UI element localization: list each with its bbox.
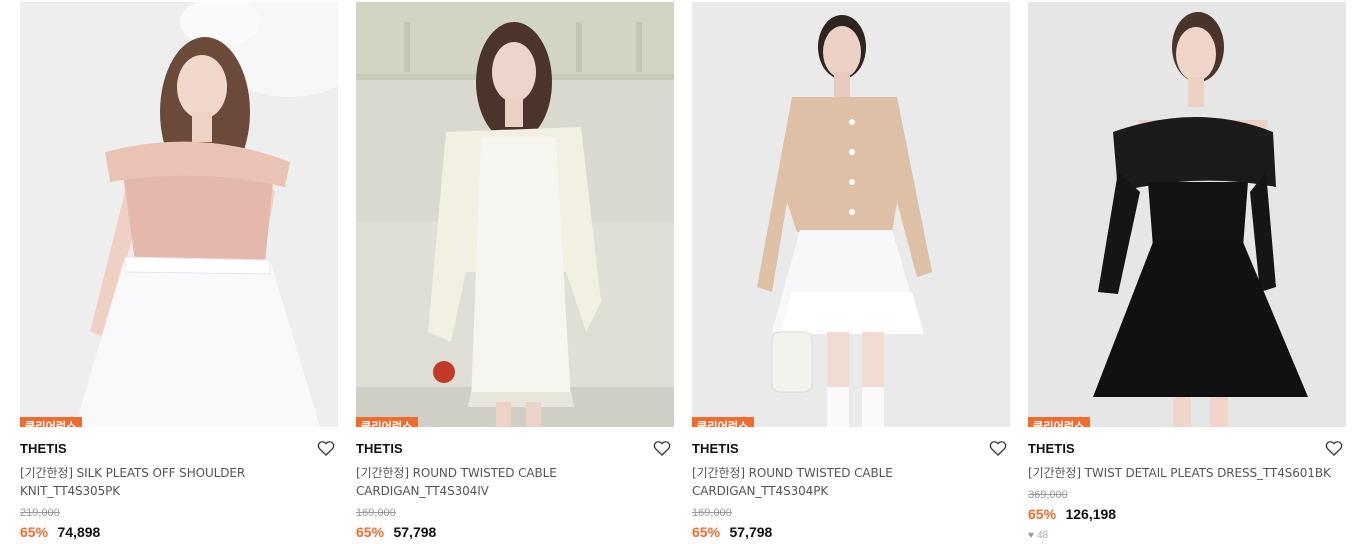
brand-name[interactable]: THETIS [20,441,338,457]
sale-price: 57,798 [729,524,773,540]
product-name[interactable]: [기간한정] ROUND TWISTED CABLE CARDIGAN_TT4S… [356,464,674,500]
product-card[interactable]: 클리어런스 THETIS [기간한정] ROUND TWISTED CABLE … [356,2,674,542]
likes-count: ♥ 48 [1028,530,1346,542]
sale-price: 74,898 [57,524,101,540]
original-price: 169,000 [356,507,396,519]
product-name[interactable]: [기간한정] SILK PLEATS OFF SHOULDER KNIT_TT4… [20,464,338,500]
product-image[interactable]: 클리어런스 [356,2,674,427]
sale-price: 126,198 [1065,506,1117,522]
heart-outline-icon[interactable] [652,438,672,458]
brand-name[interactable]: THETIS [692,441,1010,457]
clearance-badge: 클리어런스 [356,417,418,427]
original-price: 169,000 [692,507,732,519]
heart-outline-icon[interactable] [988,438,1008,458]
clearance-badge: 클리어런스 [1028,417,1090,427]
brand-name[interactable]: THETIS [1028,441,1346,457]
original-price: 219,000 [20,507,60,519]
heart-outline-icon[interactable] [1324,438,1344,458]
discount-rate: 65% [356,524,385,540]
heart-filled-icon: ♥ [1028,530,1034,541]
sale-price: 57,798 [393,524,437,540]
product-name[interactable]: [기간한정] ROUND TWISTED CABLE CARDIGAN_TT4S… [692,464,1010,500]
product-image[interactable]: 클리어런스 [1028,2,1346,427]
product-card[interactable]: 클리어런스 THETIS [기간한정] SILK PLEATS OFF SHOU… [20,2,338,542]
clearance-badge: 클리어런스 [20,417,82,427]
product-photo-pink-knit [20,2,338,427]
discount-rate: 65% [1028,506,1057,522]
heart-outline-icon[interactable] [316,438,336,458]
clearance-badge: 클리어런스 [692,417,754,427]
discount-rate: 65% [20,524,49,540]
product-image[interactable]: 클리어런스 [20,2,338,427]
product-photo-black-dress [1028,2,1346,427]
discount-rate: 65% [692,524,721,540]
product-name[interactable]: [기간한정] TWIST DETAIL PLEATS DRESS_TT4S601… [1028,464,1346,482]
product-image[interactable]: 클리어런스 [692,2,1010,427]
product-photo-ivory-cardigan [356,2,674,427]
likes-value: 48 [1036,530,1049,541]
original-price: 369,000 [1028,489,1068,501]
brand-name[interactable]: THETIS [356,441,674,457]
product-card[interactable]: 클리어런스 THETIS [기간한정] TWIST DETAIL PLEATS … [1028,2,1346,542]
product-grid: 클리어런스 THETIS [기간한정] SILK PLEATS OFF SHOU… [0,0,1355,544]
product-photo-pink-cardigan [692,2,1010,427]
product-card[interactable]: 클리어런스 THETIS [기간한정] ROUND TWISTED CABLE … [692,2,1010,542]
